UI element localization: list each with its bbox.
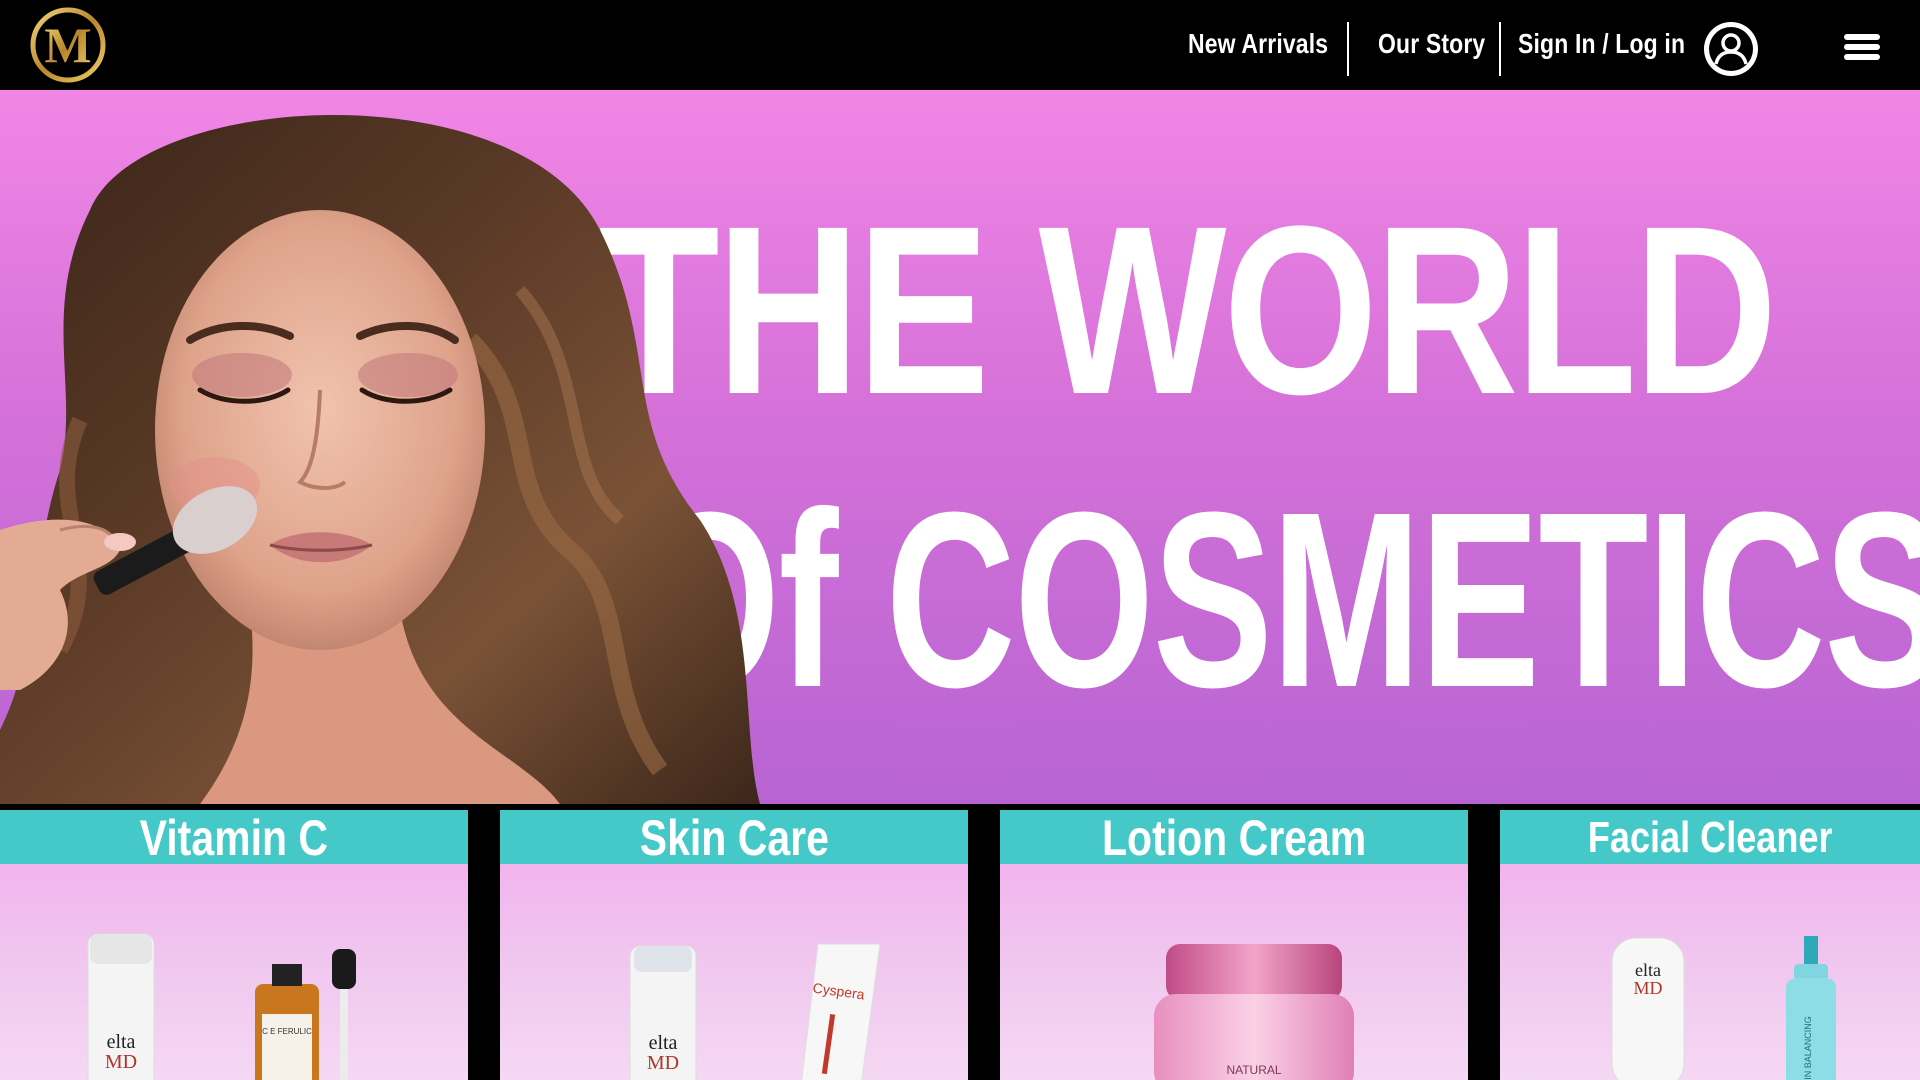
nav-divider xyxy=(1347,22,1349,76)
brand-logo[interactable]: M xyxy=(28,5,108,85)
svg-text:MD: MD xyxy=(647,1052,679,1074)
vitamin-c-products-image: elta MD C E FERULIC xyxy=(87,933,356,1080)
logo-letter: M xyxy=(44,17,91,73)
lotion-cream-products-image: NATURAL xyxy=(1154,944,1354,1080)
category-cards-row: Vitamin C elta MD C E FERULIC Skin Care … xyxy=(0,804,1920,1080)
facial-cleaner-products-image: elta MD SKIN BALANCING xyxy=(1611,936,1836,1080)
category-card-lotion-cream[interactable]: Lotion Cream NATURAL xyxy=(1000,810,1468,1080)
hero-model-photo xyxy=(0,115,760,804)
nav-new-arrivals-link[interactable]: New Arrivals xyxy=(1188,14,1328,74)
category-title: Lotion Cream xyxy=(1000,810,1468,866)
hamburger-menu-icon[interactable] xyxy=(1844,32,1880,62)
user-account-icon[interactable] xyxy=(1702,20,1760,78)
category-title: Vitamin C xyxy=(0,810,468,866)
hero-headline-line2: Of COSMETICS xyxy=(640,460,1920,739)
svg-text:elta: elta xyxy=(107,1031,136,1053)
svg-text:NATURAL: NATURAL xyxy=(1226,1063,1281,1077)
nav-sign-in-link[interactable]: Sign In / Log in xyxy=(1518,14,1685,74)
category-card-vitamin-c[interactable]: Vitamin C elta MD C E FERULIC xyxy=(0,810,468,1080)
category-card-skin-care[interactable]: Skin Care elta MD Cyspera xyxy=(500,810,968,1080)
nav-our-story-link[interactable]: Our Story xyxy=(1378,14,1485,74)
svg-text:elta: elta xyxy=(1635,960,1661,980)
svg-text:MD: MD xyxy=(105,1051,137,1073)
svg-text:MD: MD xyxy=(1633,978,1662,998)
svg-text:C E FERULIC: C E FERULIC xyxy=(262,1027,312,1036)
svg-text:elta: elta xyxy=(649,1032,678,1054)
category-title: Skin Care xyxy=(500,810,968,866)
nav-divider xyxy=(1499,22,1501,76)
category-title: Facial Cleaner xyxy=(1500,810,1920,864)
category-card-facial-cleaner[interactable]: Facial Cleaner elta MD SKIN BALANCING xyxy=(1500,810,1920,1080)
hero-banner: THE WORLD Of COSMETICS xyxy=(0,90,1920,804)
skin-care-products-image: elta MD Cyspera xyxy=(629,943,881,1080)
svg-text:SKIN BALANCING: SKIN BALANCING xyxy=(1803,1016,1813,1080)
top-navigation-bar: M New Arrivals Our Story Sign In / Log i… xyxy=(0,0,1920,90)
